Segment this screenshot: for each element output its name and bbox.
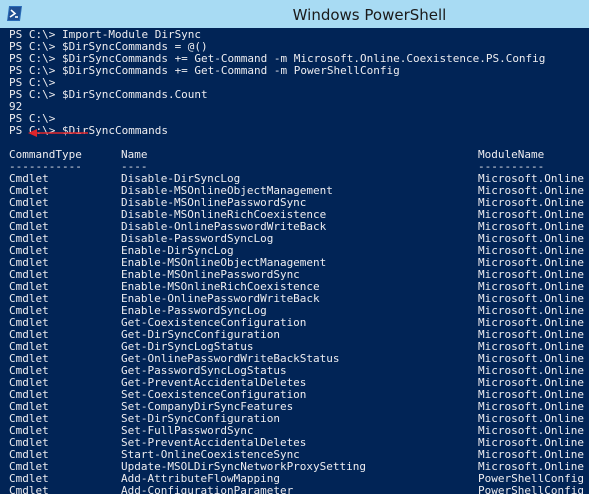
red-arrow-annotation (28, 129, 88, 137)
title-bar[interactable]: Windows PowerShell (0, 0, 589, 28)
command-type-cell: Cmdlet (9, 484, 49, 494)
command-name-cell: Add-ConfigurationParameter (121, 484, 294, 494)
console-line: PS C:\> $DirSyncCommands.Count (9, 88, 208, 101)
window-title: Windows PowerShell (292, 6, 447, 24)
console-line: PS C:\> $DirSyncCommands += Get-Command … (9, 64, 400, 77)
console-output[interactable]: PS C:\> Import-Module DirSync PS C:\> $Di… (0, 28, 589, 494)
module-name-cell: PowerShellConfig (478, 484, 584, 494)
